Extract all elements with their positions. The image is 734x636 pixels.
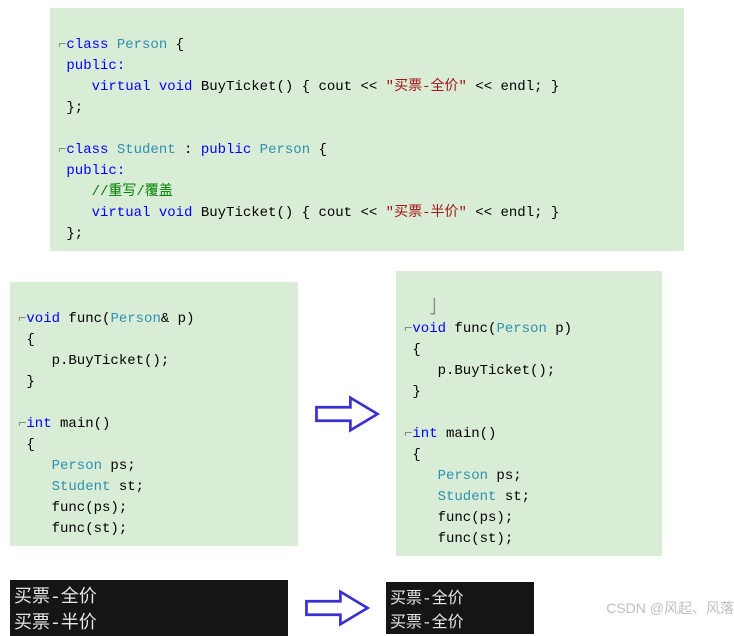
code-block-func-value: ⎦ ⌐void func(Person p) { p.BuyTicket(); … xyxy=(396,271,662,556)
string-halfprice: "买票-半价" xyxy=(386,205,467,221)
arrow-icon xyxy=(298,395,396,433)
kw-public: public: xyxy=(66,58,125,74)
console-line: 买票-全价 xyxy=(390,590,464,608)
comment-override: //重写/覆盖 xyxy=(58,184,173,200)
string-fullprice: "买票-全价" xyxy=(386,79,467,95)
type-person: Person xyxy=(117,37,167,53)
row-console-compare: 买票-全价 买票-半价 买票-全价 买票-全价 CSDN @风起、风落 xyxy=(0,580,734,636)
console-line: 买票-全价 xyxy=(14,588,97,608)
console-line: 买票-全价 xyxy=(390,614,464,632)
code-block-func-ref: ⌐void func(Person& p) { p.BuyTicket(); }… xyxy=(10,282,298,546)
type-student: Student xyxy=(108,142,175,158)
watermark-text: CSDN @风起、风落 xyxy=(574,598,734,618)
kw-class: class xyxy=(66,37,108,53)
code-block-classes: ⌐class Person { public: virtual void Buy… xyxy=(50,8,684,251)
console-output-left: 买票-全价 买票-半价 xyxy=(10,580,288,636)
row-code-compare: ⌐void func(Person& p) { p.BuyTicket(); }… xyxy=(0,271,734,556)
arrow-icon xyxy=(288,589,386,627)
console-output-right: 买票-全价 买票-全价 xyxy=(386,582,534,634)
console-line: 买票-半价 xyxy=(14,614,97,634)
